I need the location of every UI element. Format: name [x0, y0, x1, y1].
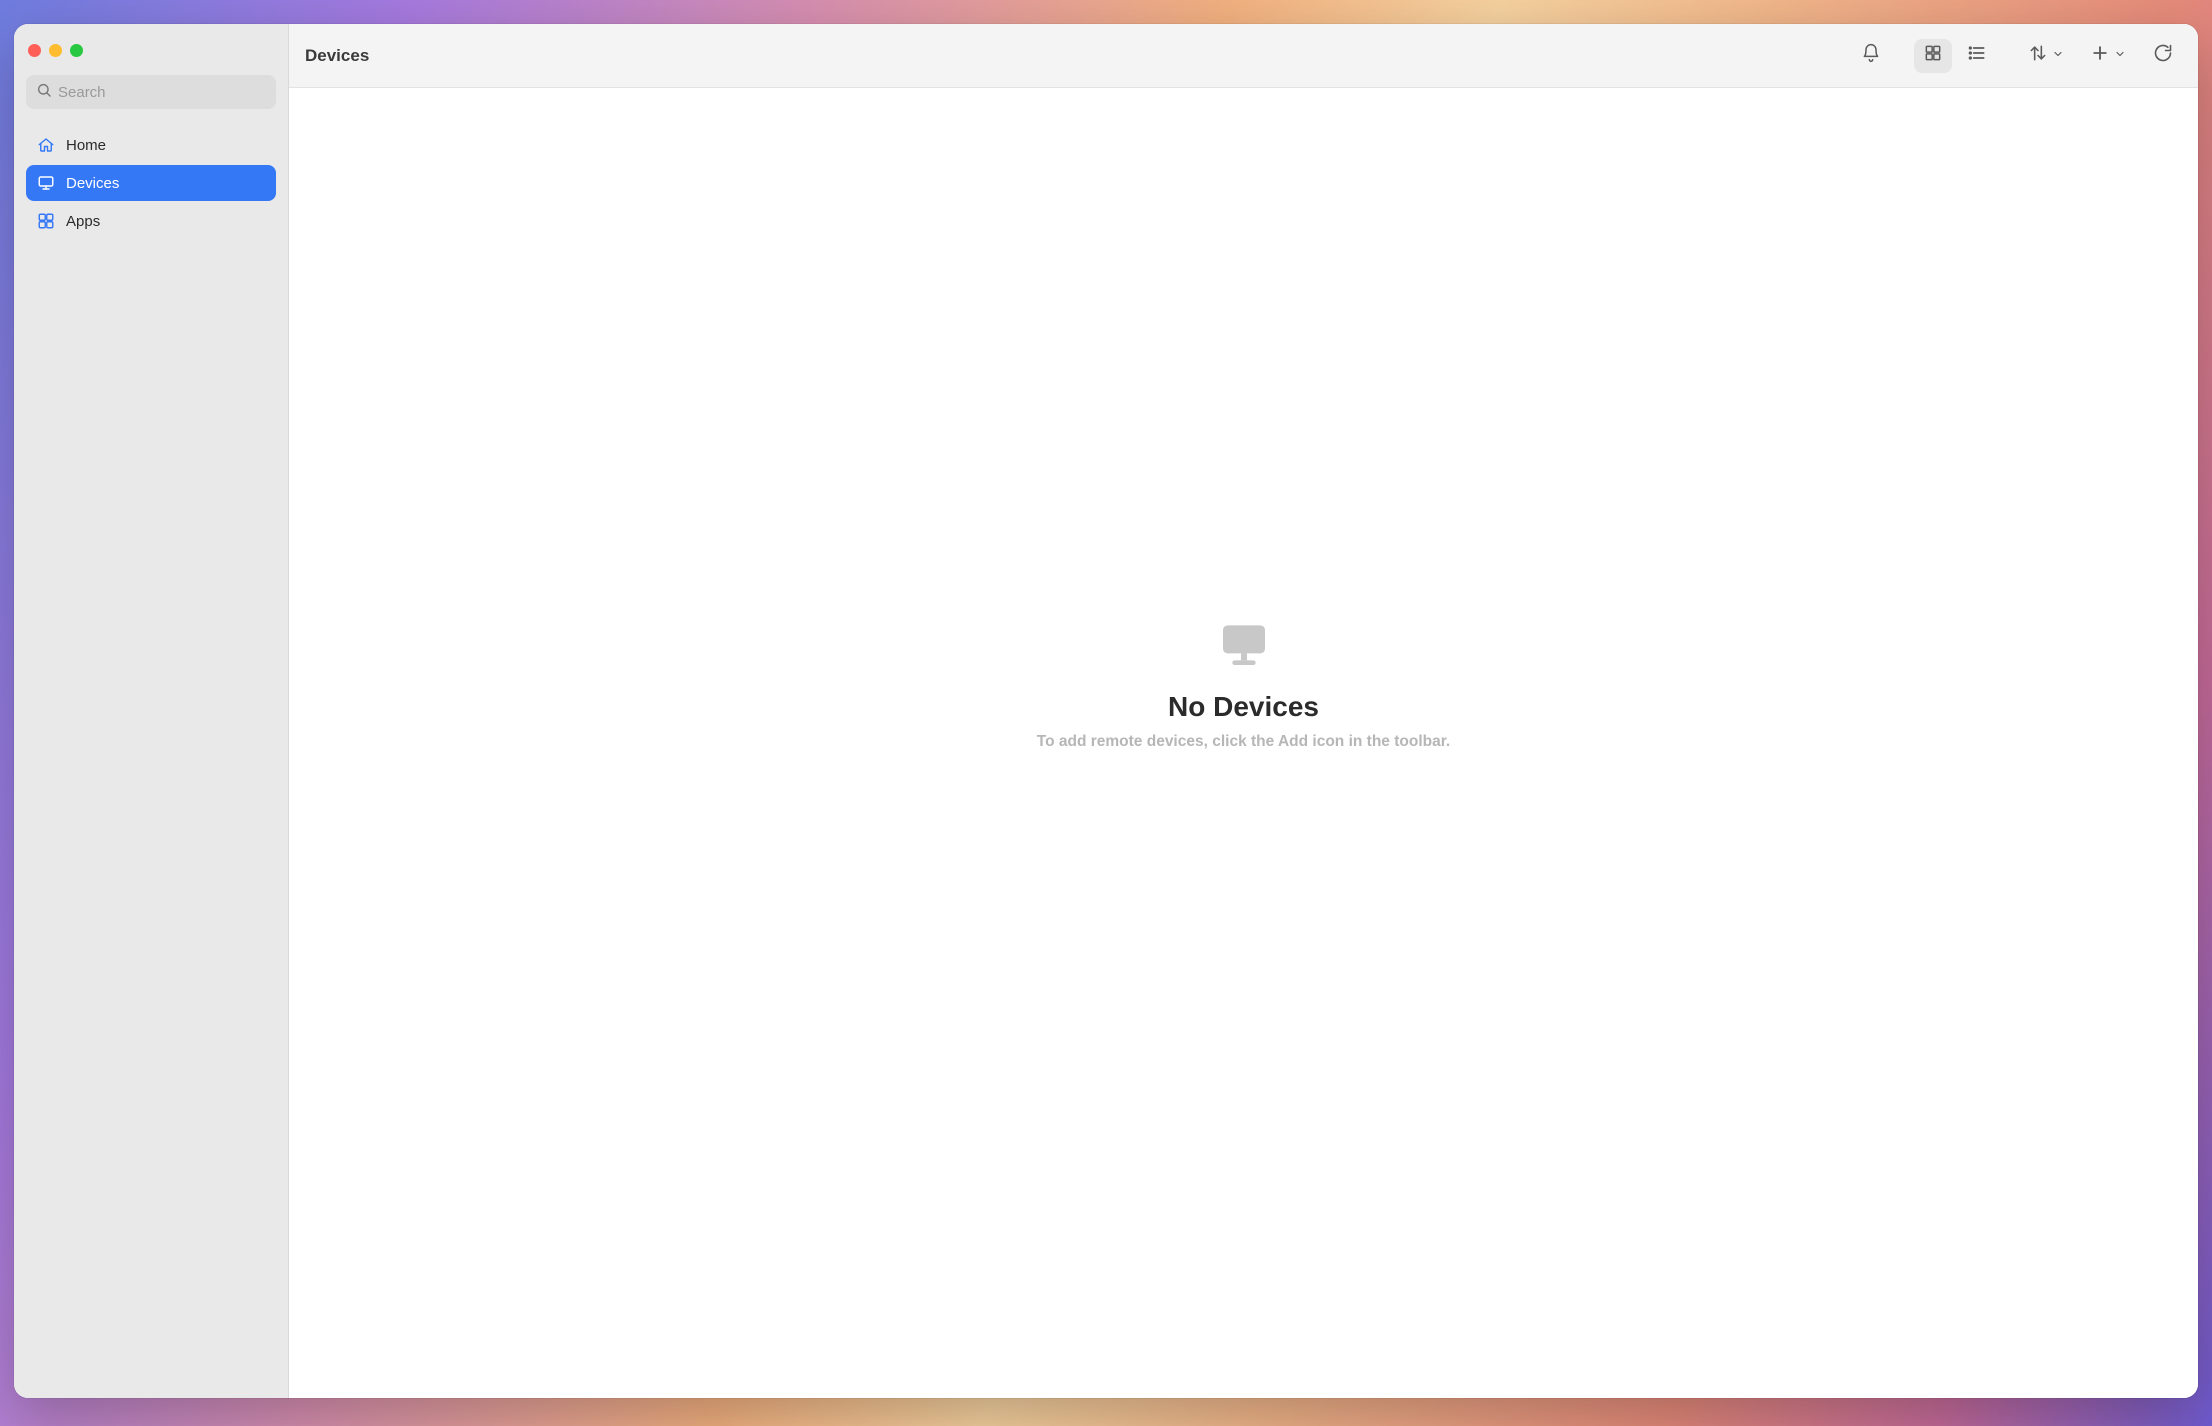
refresh-icon	[2153, 43, 2173, 68]
sidebar-item-label: Devices	[66, 175, 119, 192]
list-view-button[interactable]	[1958, 39, 1996, 73]
empty-state-subtitle: To add remote devices, click the Add ico…	[1037, 733, 1450, 751]
sidebar-item-label: Home	[66, 137, 106, 154]
page-title: Devices	[305, 46, 369, 66]
sidebar-item-home[interactable]: Home	[26, 127, 276, 163]
sidebar: Home Devices Apps	[14, 24, 289, 1398]
empty-state-title: No Devices	[1168, 691, 1319, 723]
close-window-button[interactable]	[28, 44, 41, 57]
sort-icon	[2028, 43, 2048, 68]
sort-button[interactable]	[2020, 39, 2072, 73]
sidebar-item-label: Apps	[66, 213, 100, 230]
grid-icon	[1923, 43, 1943, 68]
empty-display-icon	[1216, 616, 1272, 677]
search-icon	[36, 82, 52, 103]
minimize-window-button[interactable]	[49, 44, 62, 57]
view-mode-group	[1914, 39, 1996, 73]
apps-icon	[36, 211, 56, 231]
bell-icon	[1861, 43, 1881, 68]
content-area: No Devices To add remote devices, click …	[289, 88, 2198, 1398]
fullscreen-window-button[interactable]	[70, 44, 83, 57]
chevron-down-icon	[2114, 47, 2126, 65]
app-window: Home Devices Apps Devices	[14, 24, 2198, 1398]
search-field[interactable]	[26, 75, 276, 109]
toolbar: Devices	[289, 24, 2198, 88]
sidebar-item-apps[interactable]: Apps	[26, 203, 276, 239]
list-icon	[1967, 43, 1987, 68]
plus-icon	[2090, 43, 2110, 68]
notifications-button[interactable]	[1852, 39, 1890, 73]
search-input[interactable]	[58, 84, 266, 101]
main-area: Devices	[289, 24, 2198, 1398]
display-icon	[36, 173, 56, 193]
sidebar-item-devices[interactable]: Devices	[26, 165, 276, 201]
grid-view-button[interactable]	[1914, 39, 1952, 73]
house-icon	[36, 135, 56, 155]
window-controls	[14, 36, 288, 75]
search-container	[14, 75, 288, 121]
add-button[interactable]	[2082, 39, 2134, 73]
refresh-button[interactable]	[2144, 39, 2182, 73]
chevron-down-icon	[2052, 47, 2064, 65]
sidebar-nav: Home Devices Apps	[14, 121, 288, 245]
